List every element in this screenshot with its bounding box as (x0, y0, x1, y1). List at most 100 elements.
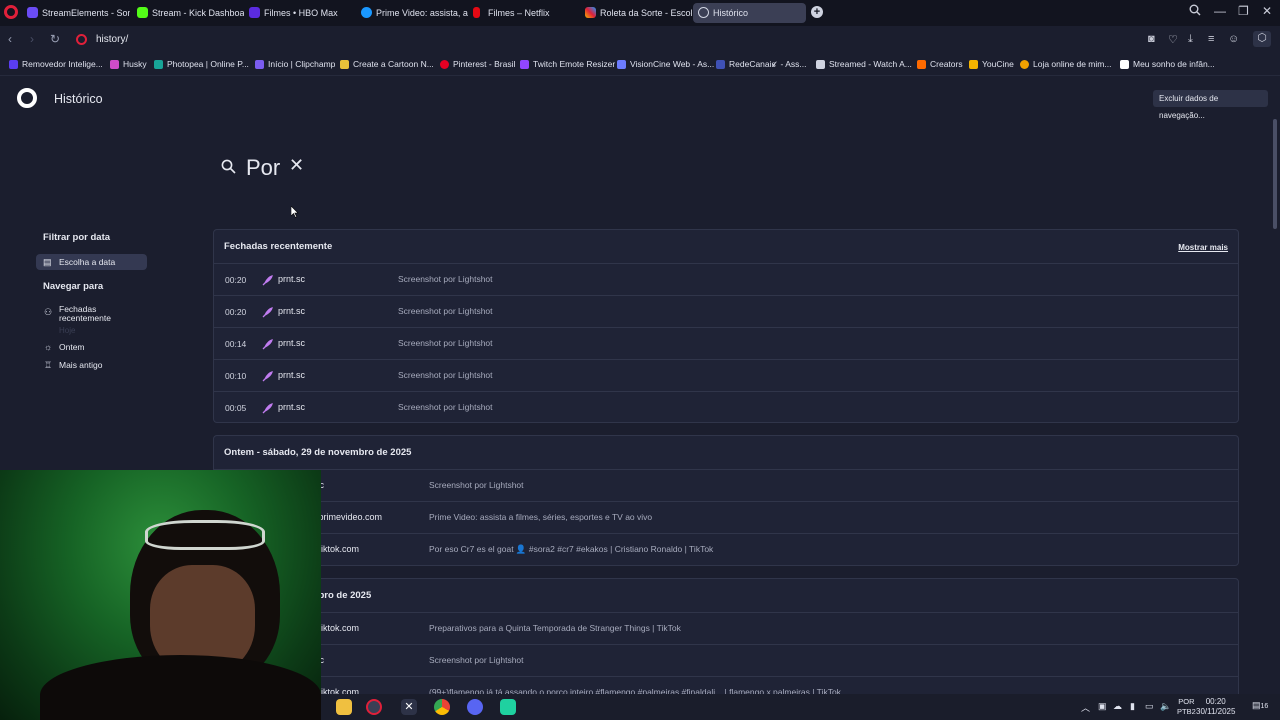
history-row[interactable]: 00:05 prnt.sc Screenshot por Lightshot (214, 392, 1238, 424)
bookmark-item[interactable]: Pinterest - Brasil (440, 59, 515, 69)
minimize-icon[interactable]: — (1214, 4, 1226, 18)
bookmark-item[interactable]: ✓ - Ass... (771, 59, 806, 70)
bookmark-item[interactable]: YouCine (969, 59, 1014, 69)
history-row[interactable]: t.sc Screenshot por Lightshot (214, 470, 1238, 502)
tray-chevron-icon[interactable]: ︿ (1081, 701, 1090, 714)
bookmark-favicon-icon (9, 60, 18, 69)
opera-menu-icon[interactable] (4, 5, 18, 19)
chrome-icon[interactable] (434, 699, 450, 715)
bookmark-favicon-icon (154, 60, 163, 69)
tab-kick[interactable]: Stream - Kick Dashboard (132, 3, 244, 23)
opera-taskbar-icon[interactable] (366, 699, 382, 715)
bookmark-item[interactable]: Meu sonho de infân... (1120, 59, 1215, 69)
bookmark-favicon-icon (440, 60, 449, 69)
notification-center-icon[interactable]: ▤16 (1252, 700, 1268, 711)
download-icon[interactable]: ⤓ (1188, 33, 1193, 46)
clear-search-icon[interactable]: ✕ (289, 155, 304, 176)
forward-icon[interactable]: › (30, 32, 34, 46)
choose-date-label: Escolha a data (59, 257, 116, 267)
back-icon[interactable]: ‹ (8, 32, 12, 46)
new-tab-button[interactable]: + (811, 6, 823, 18)
url-input[interactable]: history/ (96, 34, 128, 45)
bookmark-item[interactable]: Photopea | Online P... (154, 59, 249, 69)
restore-icon[interactable]: ❐ (1238, 4, 1249, 18)
history-row[interactable]: w.primevideo.com Prime Video: assista a … (214, 502, 1238, 534)
row-title: Screenshot por Lightshot (398, 274, 493, 284)
tab-bar: StreamElements - Son Stream - Kick Dashb… (0, 0, 1280, 26)
clock[interactable]: 00:20 30/11/2025 (1196, 697, 1235, 717)
kick-favicon-icon (137, 7, 148, 18)
bookmark-label: Removedor Intelige... (22, 59, 103, 69)
tab-streamelements[interactable]: StreamElements - Son (22, 3, 130, 23)
row-title: Screenshot por Lightshot (398, 402, 493, 412)
bookmark-item[interactable]: Twitch Emote Resizer (520, 59, 615, 69)
sidebar-item-recently-closed[interactable]: ⚇ Fechadas recentemente (43, 305, 123, 323)
bookmark-item[interactable]: Loja online de mim... (1020, 59, 1111, 69)
discord-icon[interactable] (467, 699, 483, 715)
bookmark-item[interactable]: VisionCine Web - As... (617, 59, 714, 69)
sidebar-item-older[interactable]: ♖ Mais antigo (43, 361, 102, 370)
bookmark-item[interactable]: Removedor Intelige... (9, 59, 103, 69)
menu-icon[interactable]: ≡ (1208, 33, 1214, 45)
tray-app-icon[interactable]: ▣ (1098, 701, 1107, 712)
language-indicator[interactable]: POR PTB2 (1177, 697, 1196, 717)
tab-historico[interactable]: Histórico (693, 3, 806, 23)
bookmark-item[interactable]: Início | Clipchamp (255, 59, 335, 69)
scrollbar-thumb[interactable] (1273, 119, 1277, 229)
sidebar-item-yesterday[interactable]: ☼ Ontem (43, 343, 85, 352)
clear-browsing-data-button[interactable]: Excluir dados de navegação... (1153, 90, 1268, 120)
bookmark-label: Streamed - Watch A... (829, 59, 912, 69)
cloud-icon[interactable]: ☁ (1113, 701, 1122, 712)
history-row[interactable]: w.tiktok.com Por eso Cr7 es el goat 👤 #s… (214, 534, 1238, 566)
heart-icon[interactable]: ♡ (1168, 33, 1178, 46)
profile-icon[interactable]: ☺ (1228, 33, 1239, 45)
tab-label: Prime Video: assista, alug (376, 8, 468, 18)
roleta-favicon-icon (585, 7, 596, 18)
history-row[interactable]: 00:14 prnt.sc Screenshot por Lightshot (214, 328, 1238, 360)
history-row[interactable]: 00:20 prnt.sc Screenshot por Lightshot (214, 264, 1238, 296)
tab-hbo[interactable]: Filmes • HBO Max (244, 3, 356, 23)
sidebar-item-today[interactable]: Hoje (59, 326, 75, 335)
capcut-icon[interactable]: ✕ (401, 699, 417, 715)
bookmark-label: ✓ - Ass... (771, 59, 807, 69)
history-row[interactable]: w.tiktok.com Preparativos para a Quinta … (214, 613, 1238, 645)
app-icon[interactable] (500, 699, 516, 715)
bookmark-item[interactable]: Create a Cartoon N... (340, 59, 434, 69)
navigate-to-heading: Navegar para (43, 281, 104, 292)
card-header: Fechadas recentemente Mostrar mais (214, 230, 1238, 264)
camera-icon[interactable]: ◙ (1148, 33, 1155, 45)
file-explorer-icon[interactable] (336, 699, 352, 715)
choose-date-button[interactable]: ▤ Escolha a data (36, 254, 147, 270)
bookmark-item[interactable]: Streamed - Watch A... (816, 59, 912, 69)
person-icon: ⚇ (44, 307, 53, 317)
history-row[interactable]: t.sc Screenshot por Lightshot (214, 645, 1238, 677)
history-row[interactable]: 00:20 prnt.sc Screenshot por Lightshot (214, 296, 1238, 328)
network-icon[interactable]: ▭ (1145, 701, 1154, 712)
sun-icon: ☼ (44, 342, 53, 352)
history-row[interactable]: 00:10 prnt.sc Screenshot por Lightshot (214, 360, 1238, 392)
close-window-icon[interactable]: ✕ (1262, 4, 1272, 18)
microphone-icon[interactable]: ▮ (1130, 701, 1135, 712)
tab-netflix[interactable]: Filmes – Netflix (468, 3, 580, 23)
extensions-icon[interactable]: ⬡ (1253, 31, 1271, 47)
tab-roleta[interactable]: Roleta da Sorte - Escolha (580, 3, 692, 23)
page-scrollbar[interactable] (1270, 77, 1280, 720)
bookmark-label: Loja online de mim... (1033, 59, 1112, 69)
tab-label: Roleta da Sorte - Escolha (600, 8, 692, 18)
volume-icon[interactable]: 🔈 (1160, 701, 1171, 712)
tab-search-icon[interactable] (1189, 4, 1201, 19)
webcam-overlay (0, 470, 321, 720)
reload-icon[interactable]: ↻ (50, 32, 60, 46)
search-input[interactable]: Por (246, 155, 280, 181)
bookmark-item[interactable]: Husky (110, 59, 147, 69)
tab-prime[interactable]: Prime Video: assista, alug (356, 3, 468, 23)
row-site: prnt.sc (278, 338, 306, 348)
lightshot-feather-icon (262, 275, 273, 286)
row-time: 00:20 (225, 307, 247, 317)
tab-label: Filmes – Netflix (488, 8, 550, 18)
address-bar: ‹ › ↻ history/ ◙ ♡ ⤓ ≡ ☺ ⬡ (0, 26, 1280, 54)
bookmark-item[interactable]: Creators (917, 59, 963, 69)
bookmark-item[interactable]: RedeCanais (716, 59, 776, 69)
show-more-link[interactable]: Mostrar mais (1178, 243, 1228, 252)
webcam-glasses (145, 520, 265, 550)
